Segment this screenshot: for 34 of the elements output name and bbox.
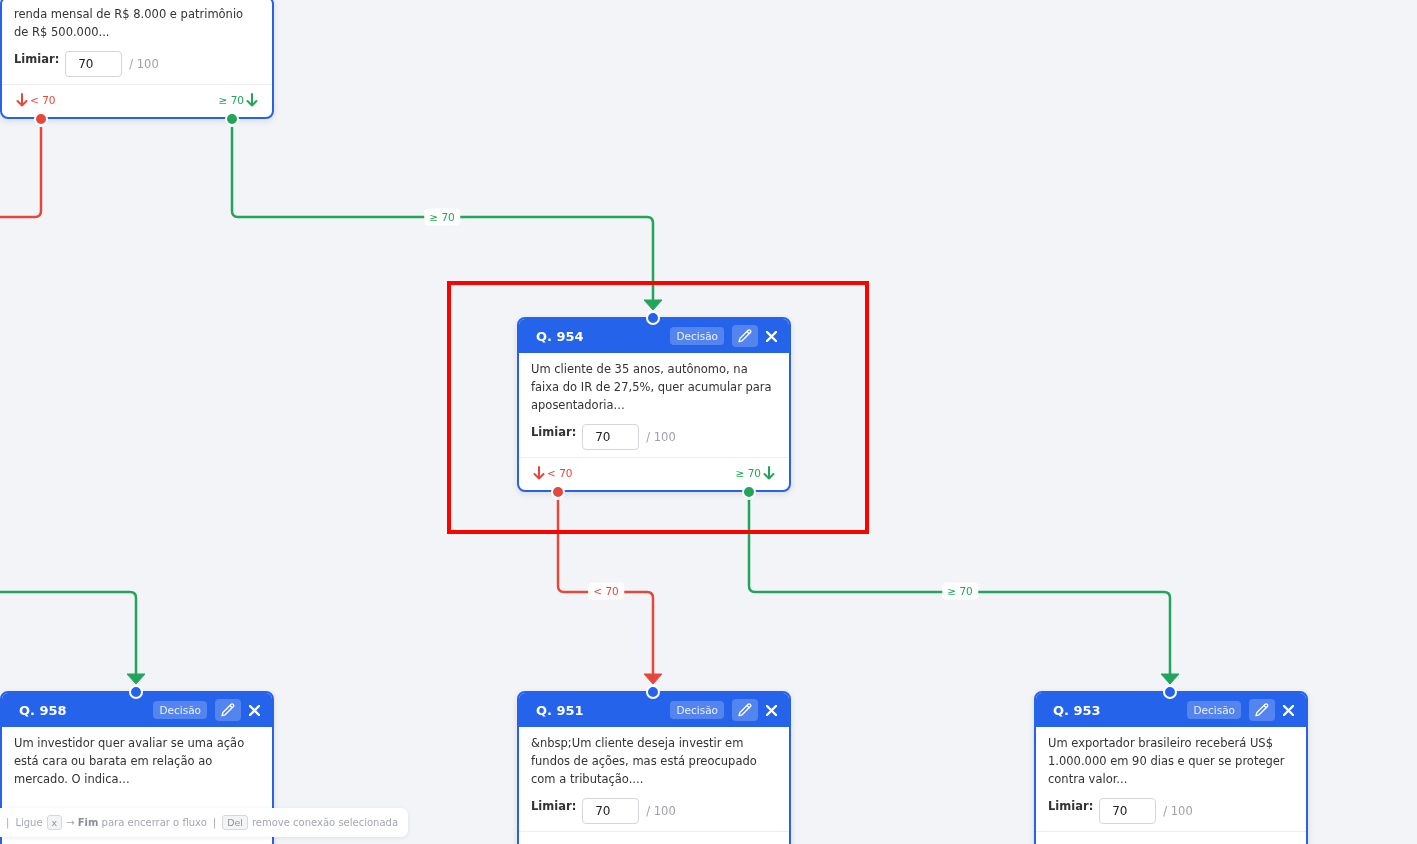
question-text: Um investidor quer avaliar se uma ação está cara ou barata em relação ao mercado. O indica... [14, 735, 246, 788]
threshold-max: / 100 [646, 804, 676, 818]
separator-text: | [212, 817, 217, 828]
type-badge: Decisão [153, 701, 207, 719]
branch-label: ≥ 70 [218, 94, 244, 106]
node-title: Q. 953 [1053, 702, 1101, 718]
question-text: Um cliente de 35 anos, autônomo, na faixa do IR de 27,5%, quer acumular para aposentadoria... [531, 361, 773, 414]
threshold-label: Limiar: [1048, 799, 1094, 813]
question-text: &nbsp;Um cliente deseja investir em fundos de ações, mas está preocupado com a tributação.... [531, 735, 758, 788]
threshold-max: / 100 [646, 430, 676, 444]
threshold-max: / 100 [1163, 804, 1193, 818]
edge-label: < 70 [588, 582, 624, 600]
question-text: renda mensal de R$ 8.000 e patrimônio de R$ 500.000... [14, 6, 245, 41]
branch-label: < 70 [30, 94, 56, 106]
key-cap: Del [222, 815, 248, 830]
separator-text: | [6, 817, 10, 828]
edge-label: ≥ 70 [942, 582, 978, 600]
type-badge: Decisão [1187, 701, 1241, 719]
node-title: Q. 958 [19, 702, 67, 718]
threshold-max: / 100 [129, 57, 159, 71]
hint-text: Ligue [15, 817, 43, 828]
node-title: Q. 951 [536, 702, 584, 718]
branch-label: < 70 [547, 467, 573, 479]
threshold-label: Limiar: [531, 425, 577, 439]
threshold-label: Limiar: [531, 799, 577, 813]
edge-label: ≥ 70 [424, 208, 460, 226]
threshold-label: Limiar: [14, 52, 60, 66]
node-title: Q. 954 [536, 328, 584, 344]
question-text: Um exportador brasileiro receberá US$ 1.000.000 em 90 dias e quer se proteger contra valor... [1048, 735, 1286, 788]
hint-text: → Fim para encerrar o fluxo [66, 817, 207, 828]
type-badge: Decisão [670, 327, 724, 345]
branch-label: ≥ 70 [735, 467, 761, 479]
type-badge: Decisão [670, 701, 724, 719]
key-cap: x [46, 815, 63, 830]
